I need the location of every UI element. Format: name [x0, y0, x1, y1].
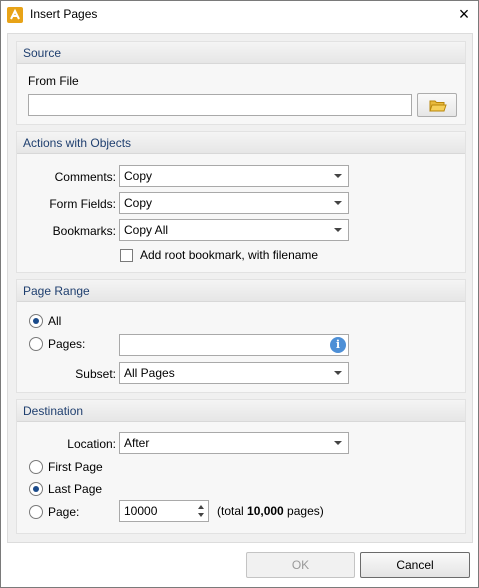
actions-header: Actions with Objects [17, 132, 465, 154]
location-value: After [124, 436, 150, 450]
chevron-down-icon [334, 174, 342, 178]
dialog-body: Source From File Actions with Objects Co… [7, 33, 473, 543]
chevron-down-icon [334, 201, 342, 205]
location-label: Location: [67, 437, 116, 451]
page-number-stepper[interactable]: 10000 [119, 500, 209, 522]
subset-value: All Pages [124, 366, 175, 380]
bookmarks-label: Bookmarks: [52, 224, 116, 238]
first-page-label[interactable]: First Page [48, 460, 103, 474]
page-range-section: Page Range All Pages: i Subset: All Page… [16, 279, 466, 393]
comments-label: Comments: [54, 170, 116, 184]
ok-label: OK [291, 558, 310, 572]
page-range-header: Page Range [17, 280, 465, 302]
bookmarks-value: Copy All [124, 223, 169, 237]
cancel-label: Cancel [396, 558, 434, 572]
chevron-down-icon [334, 371, 342, 375]
source-section: Source From File [16, 41, 466, 125]
all-radio[interactable] [29, 314, 43, 328]
pages-label[interactable]: Pages: [48, 337, 85, 351]
browse-button[interactable] [417, 93, 457, 117]
chevron-down-icon [334, 228, 342, 232]
form-fields-value: Copy [124, 196, 153, 210]
location-select[interactable]: After [119, 432, 349, 454]
source-header: Source [17, 42, 465, 64]
page-number-value: 10000 [124, 504, 158, 518]
page-label[interactable]: Page: [48, 505, 79, 519]
from-file-input[interactable] [28, 94, 412, 116]
window-title: Insert Pages [30, 7, 98, 21]
destination-header: Destination [17, 400, 465, 422]
add-root-bookmark-label[interactable]: Add root bookmark, with filename [140, 248, 318, 262]
info-icon[interactable]: i [330, 337, 346, 353]
pdf-app-icon [7, 7, 23, 23]
destination-section: Destination Location: After First Page L… [16, 399, 466, 534]
last-page-label[interactable]: Last Page [48, 482, 102, 496]
total-suffix: pages) [283, 504, 324, 518]
total-pages-text: (total 10,000 pages) [217, 504, 324, 518]
form-fields-label: Form Fields: [49, 197, 116, 211]
page-radio[interactable] [29, 505, 43, 519]
last-page-radio[interactable] [29, 482, 43, 496]
from-file-label: From File [28, 74, 79, 88]
cancel-button[interactable]: Cancel [360, 552, 470, 578]
insert-pages-dialog: Insert Pages × Source From File Actions … [0, 0, 479, 588]
comments-value: Copy [124, 169, 153, 183]
all-label[interactable]: All [48, 314, 61, 328]
ok-button[interactable]: OK [246, 552, 355, 578]
total-prefix: (total [217, 504, 248, 518]
subset-label: Subset: [75, 367, 116, 381]
total-count: 10,000 [247, 504, 284, 518]
folder-icon [429, 100, 447, 112]
subset-select[interactable]: All Pages [119, 362, 349, 384]
pages-input[interactable] [119, 334, 349, 356]
spin-down-icon[interactable] [198, 513, 204, 517]
title-bar[interactable]: Insert Pages × [1, 1, 478, 29]
bookmarks-select[interactable]: Copy All [119, 219, 349, 241]
spin-up-icon[interactable] [198, 505, 204, 509]
first-page-radio[interactable] [29, 460, 43, 474]
add-root-bookmark-checkbox[interactable] [120, 249, 133, 262]
chevron-down-icon [334, 441, 342, 445]
pages-radio[interactable] [29, 337, 43, 351]
comments-select[interactable]: Copy [119, 165, 349, 187]
close-icon[interactable]: × [453, 3, 475, 25]
form-fields-select[interactable]: Copy [119, 192, 349, 214]
actions-section: Actions with Objects Comments: Copy Form… [16, 131, 466, 273]
